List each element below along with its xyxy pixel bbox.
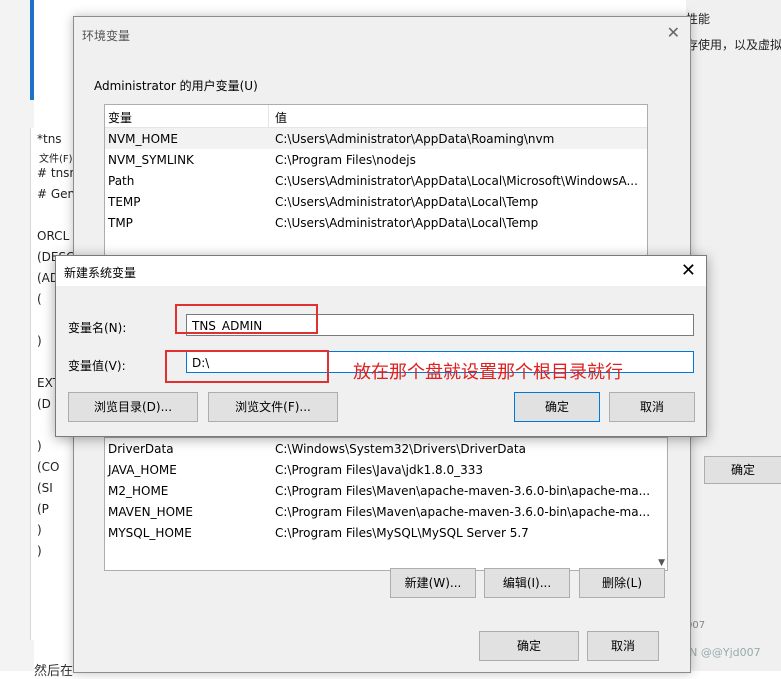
notepad-line: )	[37, 544, 42, 558]
col-header-value[interactable]: 值	[275, 109, 287, 126]
notepad-line: (	[37, 292, 42, 306]
highlight-box-value	[165, 350, 329, 383]
delete-button[interactable]: 删除(L)	[579, 568, 665, 598]
table-row[interactable]: NVM_HOME C:\Users\Administrator\AppData\R…	[105, 128, 647, 149]
var-name-cell: Path	[108, 174, 135, 188]
close-icon[interactable]: ✕	[667, 23, 680, 42]
notepad-line: (D	[37, 397, 51, 411]
highlight-box-name	[175, 304, 318, 334]
notepad-menu-file[interactable]: 文件(F)	[39, 150, 73, 165]
background-window-left	[0, 0, 34, 671]
var-name-label: 变量名(N):	[68, 321, 127, 335]
table-row[interactable]: MAVEN_HOME C:\Program Files\Maven\apache-…	[105, 501, 667, 522]
notepad-line: (SI	[37, 481, 53, 495]
var-name-cell: NVM_HOME	[108, 132, 178, 146]
table-row[interactable]: TEMP C:\Users\Administrator\AppData\Local…	[105, 191, 647, 212]
new-dialog-title: 新建系统变量	[64, 266, 137, 280]
scroll-down-icon[interactable]: ▼	[658, 558, 665, 568]
var-name-cell: TEMP	[108, 195, 141, 209]
background-bottom-text: 然后在	[34, 664, 74, 679]
new-system-var-dialog: 新建系统变量 ✕ 变量名(N): TNS_ADMIN 变量值(V): D:\ 浏…	[55, 255, 707, 437]
table-row[interactable]: DriverData C:\Windows\System32\Drivers\Dr…	[105, 438, 667, 459]
user-vars-table: 变量 值 NVM_HOME C:\Users\Administrator\AppD…	[104, 104, 648, 271]
user-vars-group-label: Administrator 的用户变量(U)	[94, 79, 258, 93]
var-value-cell: C:\Program Files\Java\jdk1.8.0_333	[275, 463, 484, 477]
var-value-cell: C:\Program Files\nodejs	[275, 153, 416, 167]
var-name-cell: M2_HOME	[108, 484, 169, 498]
browse-file-button[interactable]: 浏览文件(F)...	[208, 392, 338, 422]
env-dialog-title: 环境变量	[82, 29, 131, 43]
notepad-line: # tnsn	[37, 166, 78, 180]
table-row[interactable]: TMP C:\Users\Administrator\AppData\Local\…	[105, 212, 647, 233]
notepad-line: )	[37, 439, 42, 453]
edit-button[interactable]: 编辑(I)...	[484, 568, 570, 598]
system-vars-table: DriverData C:\Windows\System32\Drivers\Dr…	[104, 437, 668, 571]
table-row[interactable]: Path C:\Users\Administrator\AppData\Local…	[105, 170, 647, 191]
var-value-cell: C:\Program Files\Maven\apache-maven-3.6.…	[275, 484, 651, 498]
env-cancel-button[interactable]: 取消	[587, 631, 659, 661]
notepad-line: ORCL	[37, 229, 70, 243]
new-dialog-close-icon[interactable]: ✕	[681, 260, 696, 281]
var-name-cell: MYSQL_HOME	[108, 526, 192, 540]
notepad-line: (CO	[37, 460, 60, 474]
table-row[interactable]: MYSQL_HOME C:\Program Files\MySQL\MySQL S…	[105, 522, 667, 543]
var-name-cell: NVM_SYMLINK	[108, 153, 194, 167]
background-accent-strip	[30, 0, 34, 100]
var-value-cell: C:\Program Files\Maven\apache-maven-3.6.…	[275, 505, 651, 519]
table-row[interactable]: JAVA_HOME C:\Program Files\Java\jdk1.8.0_…	[105, 459, 667, 480]
var-value-cell: C:\Windows\System32\Drivers\DriverData	[275, 442, 526, 456]
notepad-line: (P	[37, 502, 49, 516]
table-row[interactable]: NVM_SYMLINK C:\Program Files\nodejs	[105, 149, 647, 170]
new-ok-button[interactable]: 确定	[514, 392, 600, 422]
var-name-cell: DriverData	[108, 442, 174, 456]
var-value-cell: C:\Users\Administrator\AppData\Local\Tem…	[275, 195, 539, 209]
var-value-cell: C:\Program Files\MySQL\MySQL Server 5.7	[275, 526, 529, 540]
notepad-title: *tns	[37, 132, 62, 146]
background-ok-button[interactable]: 确定	[704, 456, 781, 484]
env-ok-button[interactable]: 确定	[479, 631, 579, 661]
table-row[interactable]: M2_HOME C:\Program Files\Maven\apache-mav…	[105, 480, 667, 501]
var-value-cell: C:\Users\Administrator\AppData\Local\Tem…	[275, 216, 539, 230]
table-header: 变量 值	[105, 105, 647, 128]
new-cancel-button[interactable]: 取消	[609, 392, 695, 422]
annotation-text: 放在那个盘就设置那个根目录就行	[353, 362, 623, 383]
var-value-label: 变量值(V):	[68, 359, 126, 373]
var-name-cell: MAVEN_HOME	[108, 505, 193, 519]
var-value-cell: C:\Users\Administrator\AppData\Local\Mic…	[275, 174, 638, 188]
var-name-cell: TMP	[108, 216, 133, 230]
notepad-line: )	[37, 334, 42, 348]
col-header-var[interactable]: 变量	[108, 109, 132, 126]
new-button[interactable]: 新建(W)...	[390, 568, 476, 598]
var-name-cell: JAVA_HOME	[108, 463, 177, 477]
right-text: 存使用，以及虚拟	[686, 38, 781, 52]
notepad-line: )	[37, 523, 42, 537]
browse-dir-button[interactable]: 浏览目录(D)...	[68, 392, 198, 422]
var-value-cell: C:\Users\Administrator\AppData\Roaming\n…	[275, 132, 555, 146]
new-dialog-titlebar: 新建系统变量 ✕	[56, 256, 706, 286]
notepad-line: # Gen	[37, 187, 76, 201]
